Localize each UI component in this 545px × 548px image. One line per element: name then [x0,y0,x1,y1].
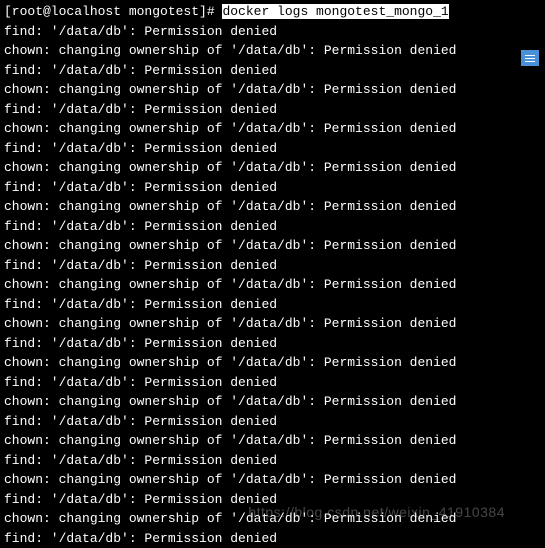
log-line: chown: changing ownership of '/data/db':… [4,236,541,256]
log-line: chown: changing ownership of '/data/db':… [4,80,541,100]
log-lines: find: '/data/db': Permission deniedchown… [4,22,541,548]
log-line: find: '/data/db': Permission denied [4,529,541,548]
terminal-output[interactable]: [root@localhost mongotest]# docker logs … [4,2,541,548]
log-line: chown: changing ownership of '/data/db':… [4,431,541,451]
log-line: find: '/data/db': Permission denied [4,334,541,354]
log-line: find: '/data/db': Permission denied [4,451,541,471]
shell-prompt: [root@localhost mongotest]# [4,4,222,19]
log-line: find: '/data/db': Permission denied [4,178,541,198]
log-line: chown: changing ownership of '/data/db':… [4,275,541,295]
log-line: chown: changing ownership of '/data/db':… [4,314,541,334]
log-line: chown: changing ownership of '/data/db':… [4,197,541,217]
log-line: chown: changing ownership of '/data/db':… [4,509,541,529]
log-line: find: '/data/db': Permission denied [4,139,541,159]
log-line: chown: changing ownership of '/data/db':… [4,392,541,412]
log-line: find: '/data/db': Permission denied [4,217,541,237]
log-line: chown: changing ownership of '/data/db':… [4,353,541,373]
log-line: find: '/data/db': Permission denied [4,490,541,510]
log-line: find: '/data/db': Permission denied [4,412,541,432]
selection-menu-icon[interactable] [521,50,539,66]
log-line: find: '/data/db': Permission denied [4,61,541,81]
log-line: chown: changing ownership of '/data/db':… [4,41,541,61]
log-line: find: '/data/db': Permission denied [4,100,541,120]
log-line: chown: changing ownership of '/data/db':… [4,119,541,139]
log-line: find: '/data/db': Permission denied [4,295,541,315]
log-line: find: '/data/db': Permission denied [4,373,541,393]
log-line: chown: changing ownership of '/data/db':… [4,158,541,178]
log-line: find: '/data/db': Permission denied [4,256,541,276]
log-line: find: '/data/db': Permission denied [4,22,541,42]
shell-command: docker logs mongotest_mongo_1 [222,4,448,19]
log-line: chown: changing ownership of '/data/db':… [4,470,541,490]
